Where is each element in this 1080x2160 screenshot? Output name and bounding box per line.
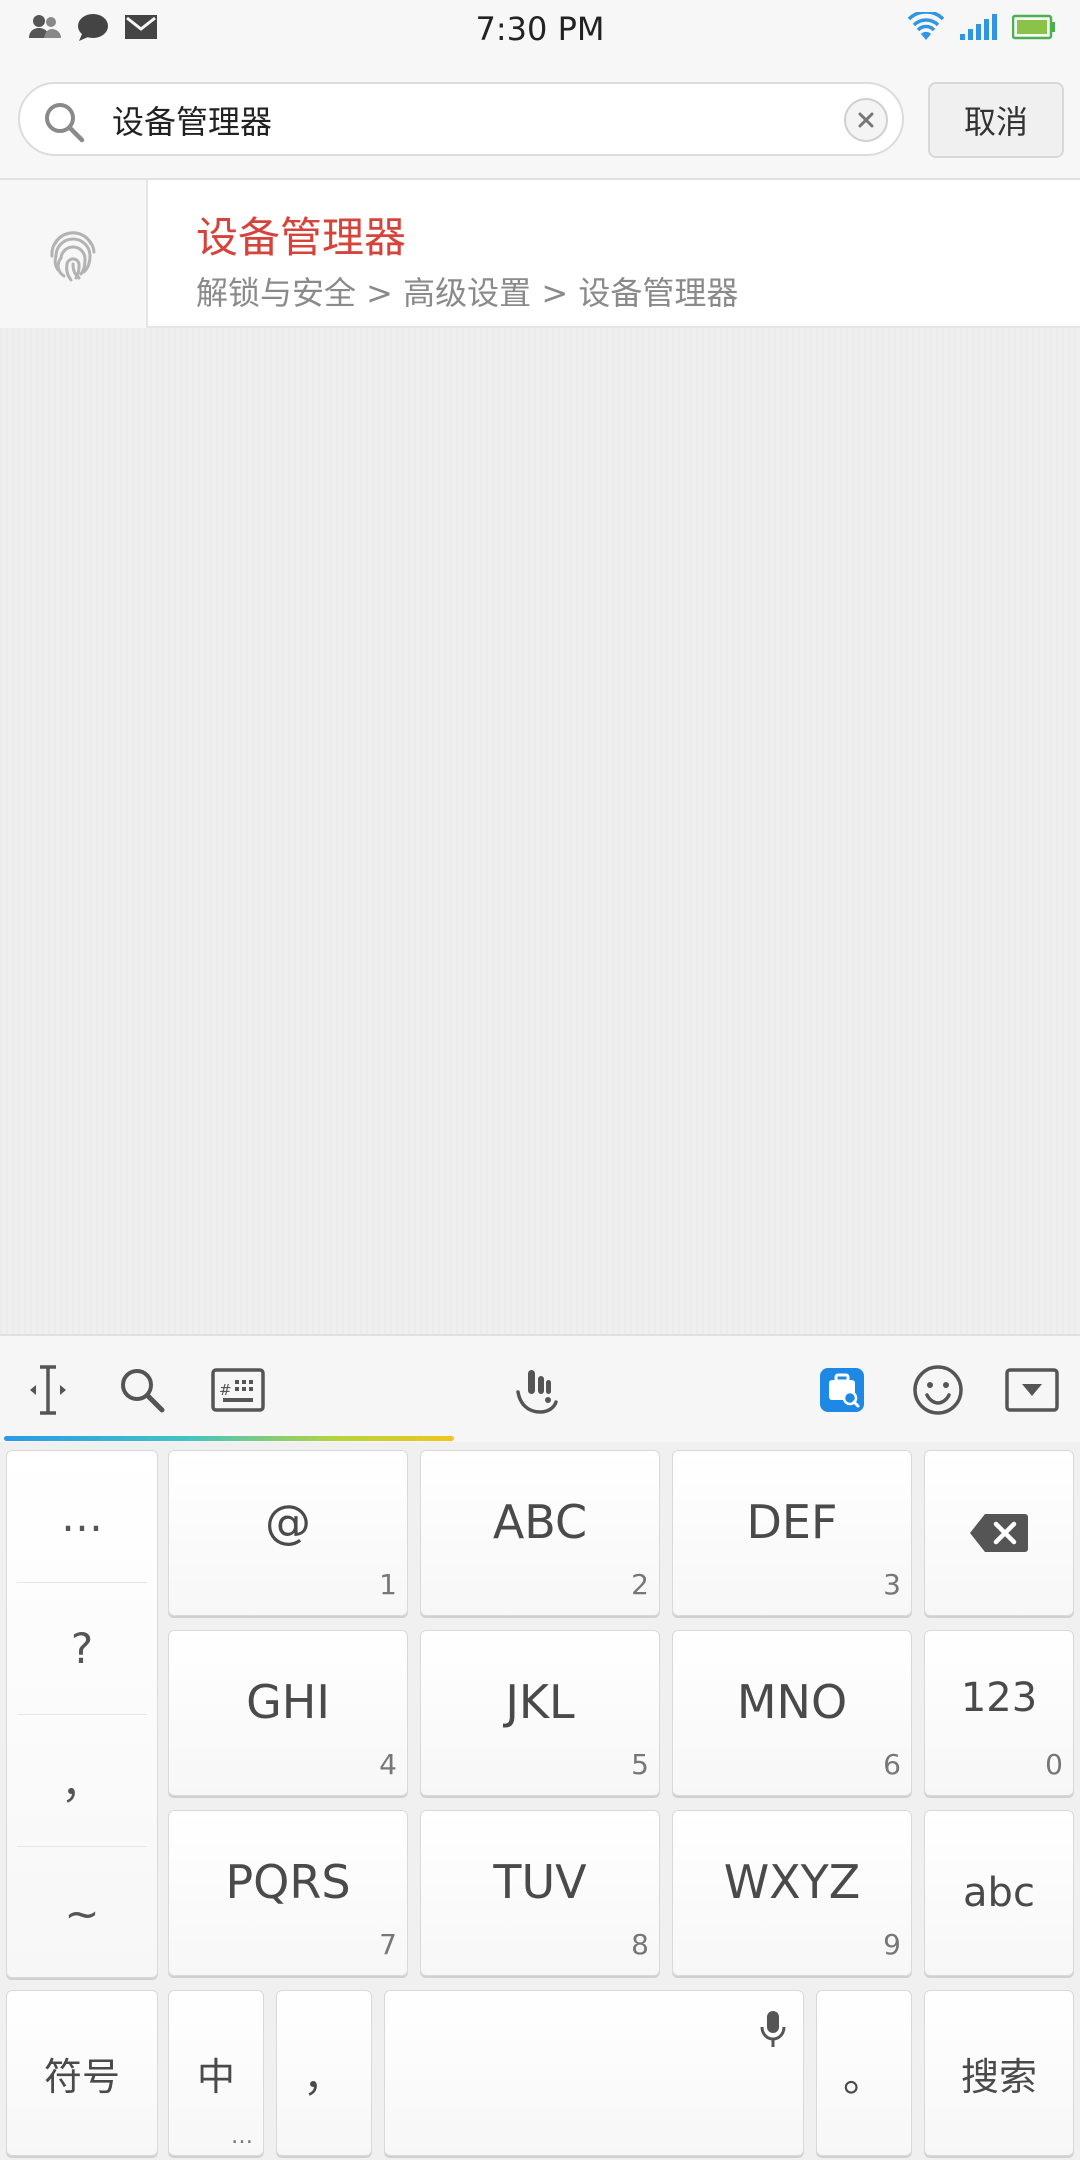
key-label: abc bbox=[963, 1870, 1035, 1916]
cursor-icon[interactable] bbox=[18, 1360, 78, 1420]
signal-icon bbox=[958, 12, 998, 46]
search-icon bbox=[42, 100, 86, 148]
close-icon bbox=[858, 112, 874, 128]
result-icon-cell bbox=[0, 180, 148, 328]
space-key[interactable] bbox=[384, 1990, 804, 2156]
key-digit: 3 bbox=[883, 1568, 901, 1601]
wifi-icon bbox=[907, 10, 945, 46]
key-label: 。 bbox=[842, 2051, 885, 2101]
backspace-icon bbox=[925, 1451, 1073, 1615]
symbol-key-comma[interactable]: ， bbox=[17, 1715, 147, 1847]
key-def-3[interactable]: DEF 3 bbox=[672, 1450, 912, 1616]
key-label: TUV bbox=[493, 1855, 587, 1909]
microphone-icon bbox=[759, 2009, 787, 2053]
key-digit: 1 bbox=[379, 1568, 397, 1601]
battery-icon bbox=[1011, 13, 1056, 45]
key-digit: 7 bbox=[379, 1928, 397, 1961]
key-label: ， bbox=[302, 2051, 345, 2101]
chinese-mode-key[interactable]: 中 … bbox=[168, 1990, 264, 2156]
key-digit: 0 bbox=[1045, 1748, 1063, 1781]
backspace-button[interactable] bbox=[924, 1450, 1074, 1616]
search-result-item[interactable]: 设备管理器 解锁与安全 > 高级设置 > 设备管理器 bbox=[0, 180, 1080, 328]
cancel-button[interactable]: 取消 bbox=[928, 82, 1064, 158]
key-label: PQRS bbox=[225, 1855, 351, 1909]
symbol-key-tilde[interactable]: ~ bbox=[17, 1847, 147, 1979]
key-label: 搜索 bbox=[960, 2054, 1037, 2099]
key-sub-label: … bbox=[231, 2124, 253, 2149]
key-label: DEF bbox=[746, 1495, 838, 1549]
result-breadcrumb: 解锁与安全 > 高级设置 > 设备管理器 bbox=[196, 274, 739, 312]
symbol-key-question[interactable]: ? bbox=[17, 1583, 147, 1715]
status-right-icons bbox=[907, 10, 1056, 46]
svg-text:#: # bbox=[219, 1381, 232, 1399]
keyboard-toolbar: # bbox=[0, 1334, 1080, 1442]
empty-content-area bbox=[0, 328, 1080, 1334]
clear-search-button[interactable] bbox=[844, 98, 888, 142]
key-pqrs-7[interactable]: PQRS 7 bbox=[168, 1810, 408, 1976]
symbol-candidate-column: … ? ， ~ bbox=[6, 1450, 158, 1978]
search-icon[interactable] bbox=[112, 1360, 172, 1420]
key-label: GHI bbox=[246, 1675, 330, 1729]
handwriting-icon[interactable] bbox=[508, 1360, 568, 1420]
key-digit: 8 bbox=[631, 1928, 649, 1961]
key-label: MNO bbox=[736, 1675, 848, 1729]
key-jkl-5[interactable]: JKL 5 bbox=[420, 1630, 660, 1796]
english-mode-key[interactable]: abc bbox=[924, 1810, 1074, 1976]
key-wxyz-9[interactable]: WXYZ 9 bbox=[672, 1810, 912, 1976]
key-label: JKL bbox=[505, 1675, 575, 1729]
key-abc-2[interactable]: ABC 2 bbox=[420, 1450, 660, 1616]
search-input[interactable] bbox=[112, 92, 832, 148]
emoji-icon[interactable] bbox=[908, 1360, 968, 1420]
key-label: @ bbox=[265, 1495, 311, 1549]
key-label: ABC bbox=[492, 1495, 588, 1549]
key-digit: 9 bbox=[883, 1928, 901, 1961]
comma-key[interactable]: ， bbox=[276, 1990, 372, 2156]
fingerprint-icon bbox=[50, 231, 96, 282]
period-key[interactable]: 。 bbox=[816, 1990, 912, 2156]
key-digit: 5 bbox=[631, 1748, 649, 1781]
numeric-mode-key[interactable]: 123 0 bbox=[924, 1630, 1074, 1796]
hide-keyboard-icon[interactable] bbox=[1002, 1360, 1062, 1420]
key-digit: 4 bbox=[379, 1748, 397, 1781]
key-digit: 2 bbox=[631, 1568, 649, 1601]
search-header: 取消 bbox=[0, 58, 1080, 180]
symbol-key-ellipsis[interactable]: … bbox=[17, 1451, 147, 1583]
key-mno-6[interactable]: MNO 6 bbox=[672, 1630, 912, 1796]
symbols-key[interactable]: 符号 bbox=[6, 1990, 158, 2156]
keyboard: … ? ， ~ @ 1 ABC 2 DEF 3 GHI 4 JKL 5 MNO … bbox=[0, 1442, 1080, 2160]
key-label: 符号 bbox=[43, 2054, 120, 2099]
toolbox-icon[interactable] bbox=[812, 1360, 872, 1420]
key-label: WXYZ bbox=[723, 1855, 861, 1909]
key-label: 123 bbox=[960, 1675, 1038, 1721]
key-ghi-4[interactable]: GHI 4 bbox=[168, 1630, 408, 1796]
status-bar: 7:30 PM bbox=[0, 0, 1080, 58]
key-at-1[interactable]: @ 1 bbox=[168, 1450, 408, 1616]
search-enter-key[interactable]: 搜索 bbox=[924, 1990, 1074, 2156]
keypad-icon[interactable]: # bbox=[208, 1360, 268, 1420]
key-tuv-8[interactable]: TUV 8 bbox=[420, 1810, 660, 1976]
result-title: 设备管理器 bbox=[196, 213, 407, 262]
keyboard-theme-progress-bar bbox=[4, 1436, 454, 1441]
search-box[interactable] bbox=[18, 82, 904, 156]
key-digit: 6 bbox=[883, 1748, 901, 1781]
